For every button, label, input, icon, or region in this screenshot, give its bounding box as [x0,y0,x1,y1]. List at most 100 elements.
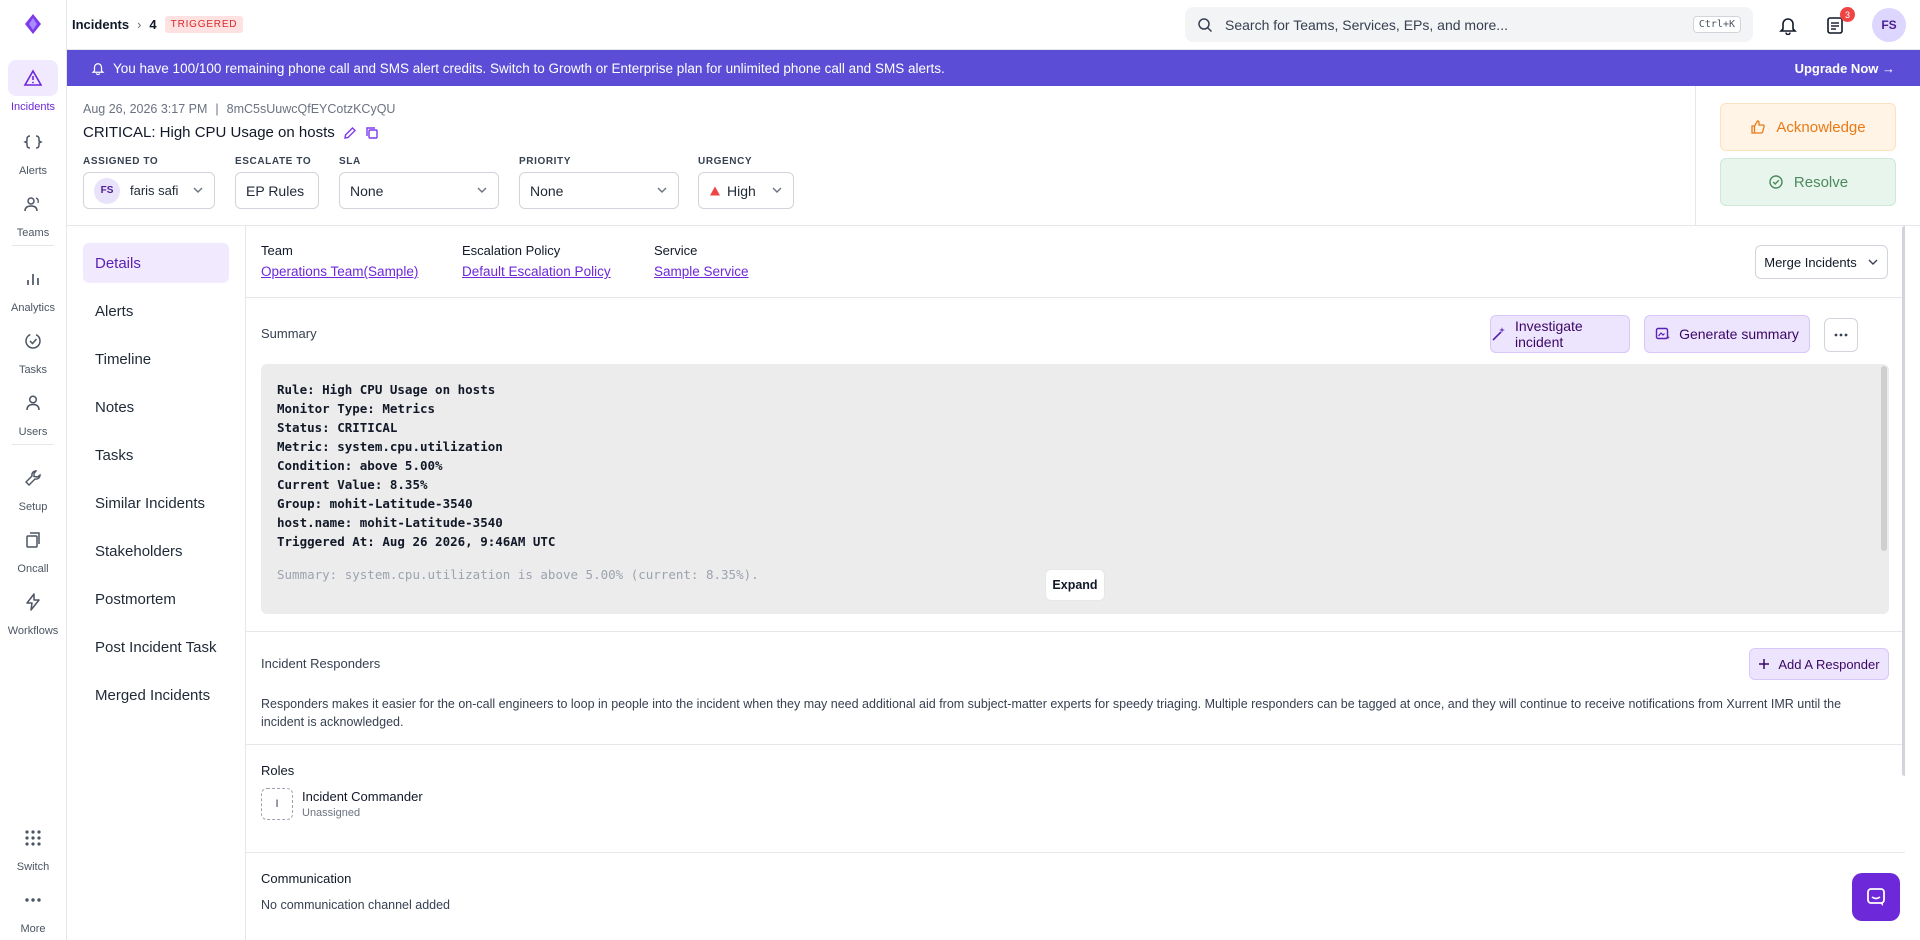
nav-notes[interactable]: Notes [83,387,229,427]
add-responder-button[interactable]: Add A Responder [1749,648,1889,680]
assigned-to-select[interactable]: FS faris safi [83,172,215,209]
check-circle-icon [1768,174,1784,190]
nav-postmortem[interactable]: Postmortem [83,579,229,619]
escalate-value: EP Rules [246,182,305,199]
resolve-button[interactable]: Resolve [1720,158,1896,206]
summary-line: Triggered At: Aug 26 2026, 9:46AM UTC [277,534,556,549]
assignee-name: faris safi [130,183,179,198]
grid-icon [22,827,44,849]
rail-item-teams[interactable]: Teams [0,186,66,239]
upgrade-now-link[interactable]: Upgrade Now → [1795,61,1895,76]
summary-line: Status: CRITICAL [277,420,398,435]
rail-item-incidents[interactable]: Incidents [0,60,66,113]
incident-timestamp: Aug 26, 2026 3:17 PM [83,102,208,116]
priority-label: PRIORITY [519,156,572,167]
search-icon [1197,17,1213,33]
meta-separator: | [215,102,219,116]
chevron-right-icon: › [137,17,142,32]
investigate-incident-button[interactable]: Investigate incident [1490,315,1630,353]
acknowledge-label: Acknowledge [1776,118,1866,136]
divider [246,631,1905,632]
merge-incidents-button[interactable]: Merge Incidents [1755,245,1888,279]
summary-line: Group: mohit-Latitude-3540 [277,496,473,511]
nav-details[interactable]: Details [83,243,229,283]
edit-pencil-icon[interactable] [343,126,357,140]
wrench-icon [22,467,44,489]
nav-tasks[interactable]: Tasks [83,435,229,475]
notification-count-badge: 3 [1840,7,1855,22]
user-avatar[interactable]: FS [1872,8,1906,42]
rail-label: Tasks [18,364,48,376]
role-avatar-placeholder[interactable]: I [261,788,293,820]
divider [246,744,1905,745]
service-label: Service [654,243,698,258]
copy-icon[interactable] [365,126,379,140]
bar-chart-icon [22,268,44,290]
status-badge: TRIGGERED [164,16,244,33]
summary-scrollbar[interactable] [1881,366,1887,551]
sla-select[interactable]: None [339,172,499,209]
team-icon [22,193,44,215]
search-placeholder: Search for Teams, Services, EPs, and mor… [1225,16,1508,33]
assignee-avatar: FS [94,177,120,204]
rail-divider [12,245,54,246]
ellipsis-icon [1833,327,1849,343]
incident-title: CRITICAL: High CPU Usage on hosts [83,124,335,141]
team-link[interactable]: Operations Team(Sample) [261,264,418,279]
responders-description: Responders makes it easier for the on-ca… [261,697,1842,729]
escalation-policy-link[interactable]: Default Escalation Policy [462,264,611,279]
rail-item-alerts[interactable]: Alerts [0,124,66,177]
responders-heading: Incident Responders [261,656,381,671]
notifications-list-icon[interactable]: 3 [1823,7,1855,37]
rail-item-analytics[interactable]: Analytics [0,261,66,314]
service-link[interactable]: Sample Service [654,264,749,279]
nav-similar-incidents[interactable]: Similar Incidents [83,483,229,523]
app-logo-icon[interactable] [19,10,47,38]
bell-icon[interactable] [1776,13,1800,37]
rail-item-oncall[interactable]: Oncall [0,522,66,575]
escalate-to-select[interactable]: EP Rules [235,172,319,209]
priority-select[interactable]: None [519,172,679,209]
dots-icon [22,889,44,911]
rail-label: More [20,923,46,935]
urgency-select[interactable]: High [698,172,794,209]
rail-item-switch[interactable]: Switch [0,820,66,873]
escalation-policy-label: Escalation Policy [462,243,561,258]
rail-divider [12,444,54,445]
nav-timeline[interactable]: Timeline [83,339,229,379]
rail-item-users[interactable]: Users [0,385,66,438]
chevron-down-icon [476,183,488,199]
rail-label: Incidents [10,101,56,113]
rail-item-tasks[interactable]: Tasks [0,323,66,376]
rail-label: Workflows [7,625,59,637]
nav-stakeholders[interactable]: Stakeholders [83,531,229,571]
incident-id: 8mC5sUuwcQfEYCotzKCyQU [226,102,396,116]
incident-title-row: CRITICAL: High CPU Usage on hosts [83,124,379,141]
chat-support-button[interactable] [1852,873,1900,921]
more-options-button[interactable] [1824,318,1858,352]
nav-alerts[interactable]: Alerts [83,291,229,331]
generate-summary-button[interactable]: Generate summary [1644,315,1810,353]
nav-merged-incidents[interactable]: Merged Incidents [83,675,229,715]
expand-button[interactable]: Expand [1045,569,1105,601]
chevron-down-icon [192,183,204,199]
breadcrumb: Incidents › 4 TRIGGERED [72,16,244,33]
chevron-down-icon [1867,256,1879,268]
warning-triangle-icon [22,67,44,89]
plus-icon [1758,658,1770,670]
rail-label: Analytics [10,302,56,314]
resolve-label: Resolve [1793,173,1849,191]
nav-post-incident-task[interactable]: Post Incident Task [83,627,229,667]
sla-label: SLA [339,156,361,167]
main-scrollbar[interactable] [1902,226,1905,776]
rail-item-setup[interactable]: Setup [0,460,66,513]
rail-item-more[interactable]: More [0,882,66,935]
rail-item-workflows[interactable]: Workflows [0,584,66,637]
urgency-high-icon [709,185,721,197]
breadcrumb-incidents-link[interactable]: Incidents [72,17,129,32]
team-label: Team [261,243,293,258]
search-input[interactable]: Search for Teams, Services, EPs, and mor… [1185,7,1753,42]
summary-line: host.name: mohit-Latitude-3540 [277,515,503,530]
acknowledge-button[interactable]: Acknowledge [1720,103,1896,151]
chevron-down-icon [656,183,668,199]
